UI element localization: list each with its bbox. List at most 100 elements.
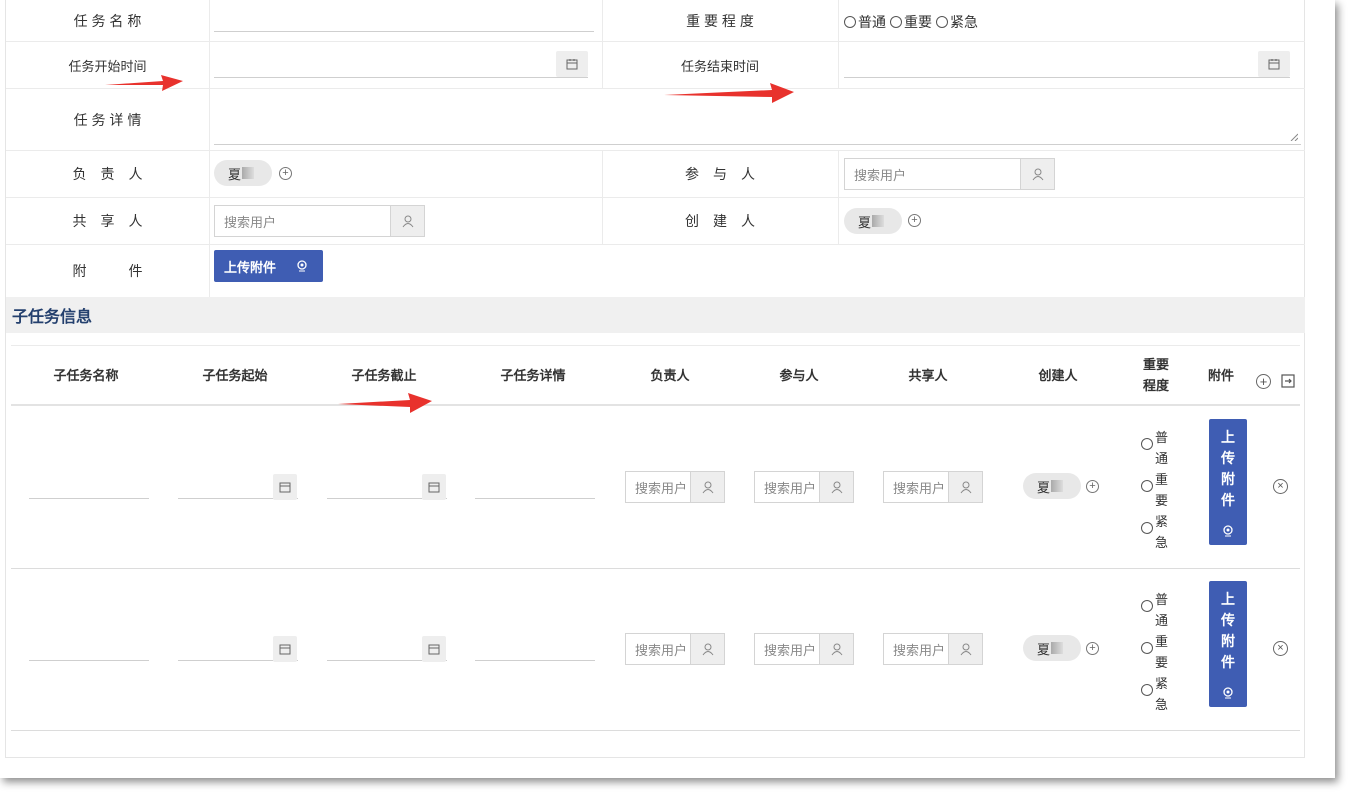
user-icon[interactable] [948,472,982,502]
user-icon[interactable] [390,206,424,236]
user-icon[interactable] [819,472,853,502]
subtask-participants-search[interactable]: 搜索用户 [754,633,854,665]
subtask-participants-input[interactable]: 搜索用户 [755,472,819,502]
subtask-importance-group: 普通 重要 紧急 [1141,427,1181,553]
owner-label: 负 责 人 [72,166,143,182]
calendar-icon [428,482,440,493]
add-subtask-creator-icon[interactable]: + [1086,642,1099,655]
details-label: 任 务 详 情 [73,111,142,128]
owner-name: 夏 [228,166,242,182]
row-sharers: 共 享 人 搜索用户 创 建 人 夏 + [6,198,1305,245]
add-subtask-creator-icon[interactable]: + [1086,480,1099,493]
subtask-radio-normal[interactable] [1141,438,1153,450]
import-icon[interactable] [1280,373,1296,389]
add-subtask-icon[interactable]: + [1256,374,1271,389]
subtask-name-input[interactable] [29,633,149,661]
row-time: 任务开始时间 任务结束时间 [6,42,1305,89]
subtask-creator-name: 夏 [1037,641,1051,657]
subtask-upload-button[interactable]: 上传附件 [1209,581,1247,707]
subtask-details-input[interactable] [475,633,595,661]
col-subtask-name: 子任务名称 [53,367,119,383]
subtask-creator-name: 夏 [1037,479,1051,495]
user-icon[interactable] [948,634,982,664]
annotation-arrow [105,75,183,91]
importance-radio-urgent[interactable] [936,16,948,28]
remove-subtask-icon[interactable]: × [1273,641,1288,656]
subtask-owner-input[interactable]: 搜索用户 [626,472,690,502]
subtask-row: 搜索用户 搜索用户 搜索用户 夏 + 普通 重要 紧急 上传附件 × [11,407,1300,569]
user-icon[interactable] [1020,159,1054,189]
importance-radio-important[interactable] [890,16,902,28]
user-icon[interactable] [819,634,853,664]
creator-name: 夏 [858,214,872,230]
subtask-creator-chip[interactable]: 夏 [1023,473,1081,499]
end-time-input[interactable] [844,50,1290,78]
annotation-arrow [338,393,432,413]
add-creator-icon[interactable]: + [908,214,921,227]
sharers-search[interactable]: 搜索用户 [214,205,425,237]
subtask-option-urgent: 紧急 [1155,676,1169,712]
location-pin-icon [1223,687,1233,699]
subtask-end-calendar[interactable] [422,474,446,500]
window-frame: 任 务 名 称 重 要 程 度 普通 重要 紧急 任务开始时间 任务结束时间 任… [0,0,1335,778]
start-calendar-button[interactable] [556,51,588,77]
subtask-sharers-search[interactable]: 搜索用户 [883,471,983,503]
blurred-name-part [1051,480,1064,492]
subtask-name-input[interactable] [29,471,149,499]
subtask-owner-input[interactable]: 搜索用户 [626,634,690,664]
subtask-upload-button[interactable]: 上传附件 [1209,419,1247,545]
subtask-participants-search[interactable]: 搜索用户 [754,471,854,503]
subtask-option-normal: 普通 [1155,430,1169,466]
start-time-input[interactable] [214,50,588,78]
subtask-radio-normal[interactable] [1141,600,1153,612]
user-icon[interactable] [690,472,724,502]
subtask-start-calendar[interactable] [273,474,297,500]
subtask-option-normal: 普通 [1155,592,1169,628]
subtask-radio-urgent[interactable] [1141,522,1153,534]
participants-search-input[interactable]: 搜索用户 [845,159,1020,189]
subtask-sharers-search[interactable]: 搜索用户 [883,633,983,665]
creator-chip[interactable]: 夏 [844,208,902,234]
row-task-name: 任 务 名 称 重 要 程 度 普通 重要 紧急 [6,0,1305,42]
importance-radio-normal[interactable] [844,16,856,28]
subtask-start-calendar[interactable] [273,636,297,662]
remove-subtask-icon[interactable]: × [1273,479,1288,494]
user-icon[interactable] [690,634,724,664]
participants-label: 参 与 人 [685,166,755,182]
col-attachment: 附件 [1207,367,1234,383]
col-importance-line1: 重要 [1142,357,1169,372]
sharers-search-input[interactable]: 搜索用户 [215,206,390,236]
subtask-radio-important[interactable] [1141,642,1153,654]
subtask-option-important: 重要 [1155,472,1169,508]
location-pin-icon [1223,525,1233,537]
task-name-input[interactable] [214,4,594,32]
owner-chip[interactable]: 夏 [214,160,272,186]
row-attachment: 附 件 上传附件 [6,245,1305,297]
subtask-participants-input[interactable]: 搜索用户 [755,634,819,664]
subtask-radio-urgent[interactable] [1141,684,1153,696]
subtask-details-input[interactable] [475,471,595,499]
blurred-name-part [872,215,885,227]
subtask-creator-chip[interactable]: 夏 [1023,635,1081,661]
subtask-sharers-input[interactable]: 搜索用户 [884,472,948,502]
location-pin-icon [297,260,307,272]
resize-handle-icon [1290,133,1298,141]
add-owner-icon[interactable]: + [279,167,292,180]
participants-search[interactable]: 搜索用户 [844,158,1055,190]
subtask-importance-group: 普通 重要 紧急 [1141,589,1181,715]
col-participants: 参与人 [779,367,819,383]
subtask-sharers-input[interactable]: 搜索用户 [884,634,948,664]
task-form-panel: 任 务 名 称 重 要 程 度 普通 重要 紧急 任务开始时间 任务结束时间 任… [5,0,1305,758]
end-calendar-button[interactable] [1258,51,1290,77]
sharers-label: 共 享 人 [72,213,143,229]
col-importance-line2: 程度 [1142,378,1169,393]
upload-attachment-button[interactable]: 上传附件 [214,250,323,282]
subtask-owner-search[interactable]: 搜索用户 [625,633,725,665]
subtask-end-calendar[interactable] [422,636,446,662]
subtask-radio-important[interactable] [1141,480,1153,492]
calendar-icon [566,59,578,70]
subtask-section-title: 子任务信息 [6,297,1305,333]
importance-option-normal: 普通 [858,14,886,30]
subtask-owner-search[interactable]: 搜索用户 [625,471,725,503]
importance-option-urgent: 紧急 [950,14,978,30]
